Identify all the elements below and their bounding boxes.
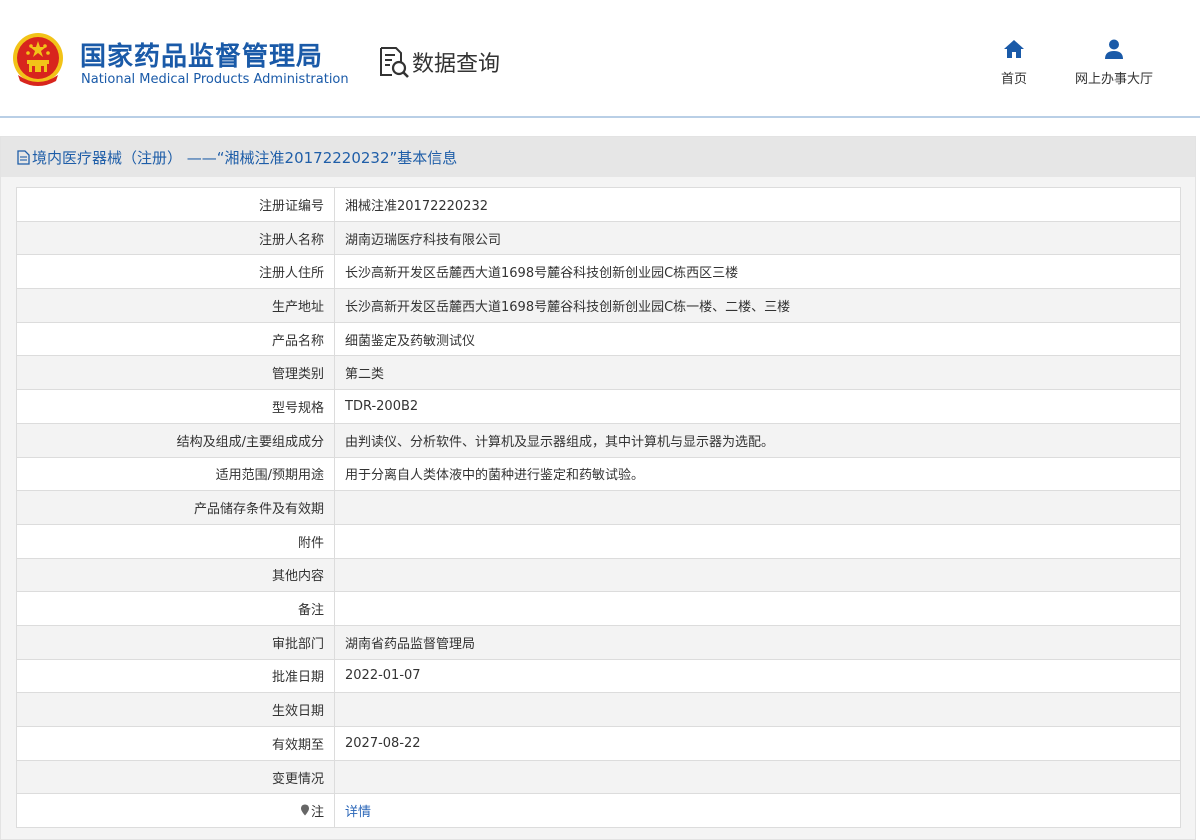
note-label: 注 [310, 804, 324, 820]
row-label: 审批部门 [16, 624, 335, 660]
note-key: 注 [300, 801, 324, 820]
row-value [334, 692, 1181, 727]
row-label: 结构及组成/主要组成成分 [16, 422, 335, 458]
table-row: 型号规格 TDR-200B2 [16, 389, 1181, 424]
row-label: 生产地址 [16, 288, 335, 323]
org-name-cn: 国家药品监督管理局 [80, 42, 324, 72]
row-label: 型号规格 [16, 389, 335, 424]
row-value-details: 详情 [334, 793, 1181, 829]
details-link[interactable]: 详情 [345, 805, 371, 820]
info-table: 注册证编号 湘械注准20172220232 注册人名称 湖南迈瑞医疗科技有限公司 注… [16, 187, 1181, 829]
site-header: 国家药品监督管理局 National Medical Products Admi… [0, 0, 1200, 118]
table-row: 注册证编号 湘械注准20172220232 [16, 187, 1181, 222]
row-value [334, 759, 1181, 795]
row-value [334, 557, 1181, 593]
row-value: 2022-01-07 [334, 658, 1181, 694]
info-table-wrap: 注册证编号 湘械注准20172220232 注册人名称 湖南迈瑞医疗科技有限公司 注… [16, 187, 1181, 829]
row-label: 备注 [16, 591, 335, 626]
table-row: 适用范围/预期用途 用于分离自人类体液中的菌种进行鉴定和药敏试验。 [16, 456, 1181, 492]
row-label: 其他内容 [16, 557, 335, 593]
row-value: 第二类 [334, 355, 1181, 391]
table-row: 管理类别 第二类 [16, 355, 1181, 391]
table-row: 注册人住所 长沙高新开发区岳麓西大道1698号麓谷科技创新创业园C栋西区三楼 [16, 254, 1181, 290]
table-row: 附件 [16, 523, 1181, 559]
table-row: 审批部门 湖南省药品监督管理局 [16, 624, 1181, 660]
pin-icon [300, 804, 309, 816]
table-row: 生效日期 [16, 692, 1181, 727]
row-label: 有效期至 [16, 726, 335, 761]
document-search-icon [380, 47, 409, 78]
table-row: 产品储存条件及有效期 [16, 490, 1181, 525]
row-value [334, 523, 1181, 559]
row-label: 管理类别 [16, 355, 335, 391]
table-row: 批准日期 2022-01-07 [16, 658, 1181, 694]
data-query-title: 数据查询 [376, 44, 500, 80]
table-row: 备注 [16, 591, 1181, 626]
org-name-en: National Medical Products Administration [81, 72, 349, 87]
header-divider [0, 116, 1200, 118]
row-value: 用于分离自人类体液中的菌种进行鉴定和药敏试验。 [334, 456, 1181, 492]
row-value: 2027-08-22 [334, 726, 1181, 761]
row-label-note: 注 [16, 793, 335, 829]
row-value: 湖南省药品监督管理局 [334, 624, 1181, 660]
row-label: 注册证编号 [16, 187, 335, 222]
row-value: 细菌鉴定及药敏测试仪 [334, 321, 1181, 357]
row-value: 湘械注准20172220232 [334, 187, 1181, 222]
row-label: 注册人住所 [16, 254, 335, 290]
row-label: 产品名称 [16, 321, 335, 357]
table-row: 变更情况 [16, 759, 1181, 795]
row-value: TDR-200B2 [334, 389, 1181, 424]
nav-home-label: 首页 [1000, 72, 1027, 87]
nav-home[interactable]: 首页 [992, 38, 1036, 87]
panel-title: 境内医疗器械（注册） ——“湘械注准20172220232”基本信息 [1, 137, 1195, 177]
row-value [334, 490, 1181, 525]
nav-online-service-hall[interactable]: 网上办事大厅 [1066, 38, 1162, 87]
table-row: 结构及组成/主要组成成分 由判读仪、分析软件、计算机及显示器组成，其中计算机与显示… [16, 422, 1181, 458]
national-emblem-icon [13, 33, 63, 86]
user-icon [1105, 39, 1123, 59]
table-row: 注 详情 [16, 793, 1181, 829]
detail-panel: 境内医疗器械（注册） ——“湘械注准20172220232”基本信息 注册证编号… [0, 136, 1196, 840]
table-row: 生产地址 长沙高新开发区岳麓西大道1698号麓谷科技创新创业园C栋一楼、二楼、三楼 [16, 288, 1181, 323]
row-label: 批准日期 [16, 658, 335, 694]
nav-hall-label: 网上办事大厅 [1074, 72, 1153, 87]
row-value: 长沙高新开发区岳麓西大道1698号麓谷科技创新创业园C栋西区三楼 [334, 254, 1181, 290]
table-row: 有效期至 2027-08-22 [16, 726, 1181, 761]
query-label: 数据查询 [412, 52, 501, 77]
document-icon [17, 149, 30, 165]
row-label: 变更情况 [16, 759, 335, 795]
row-value: 湖南迈瑞医疗科技有限公司 [334, 220, 1181, 256]
row-value [334, 591, 1181, 626]
row-label: 适用范围/预期用途 [16, 456, 335, 492]
home-icon [1004, 40, 1024, 58]
table-row: 产品名称 细菌鉴定及药敏测试仪 [16, 321, 1181, 357]
row-label: 生效日期 [16, 692, 335, 727]
row-label: 附件 [16, 523, 335, 559]
table-row: 注册人名称 湖南迈瑞医疗科技有限公司 [16, 220, 1181, 256]
row-value: 由判读仪、分析软件、计算机及显示器组成，其中计算机与显示器为选配。 [334, 422, 1181, 458]
panel-title-text: 境内医疗器械（注册） ——“湘械注准20172220232”基本信息 [32, 148, 458, 167]
row-value: 长沙高新开发区岳麓西大道1698号麓谷科技创新创业园C栋一楼、二楼、三楼 [334, 288, 1181, 323]
table-row: 其他内容 [16, 557, 1181, 593]
row-label: 注册人名称 [16, 220, 335, 256]
row-label: 产品储存条件及有效期 [16, 490, 335, 525]
